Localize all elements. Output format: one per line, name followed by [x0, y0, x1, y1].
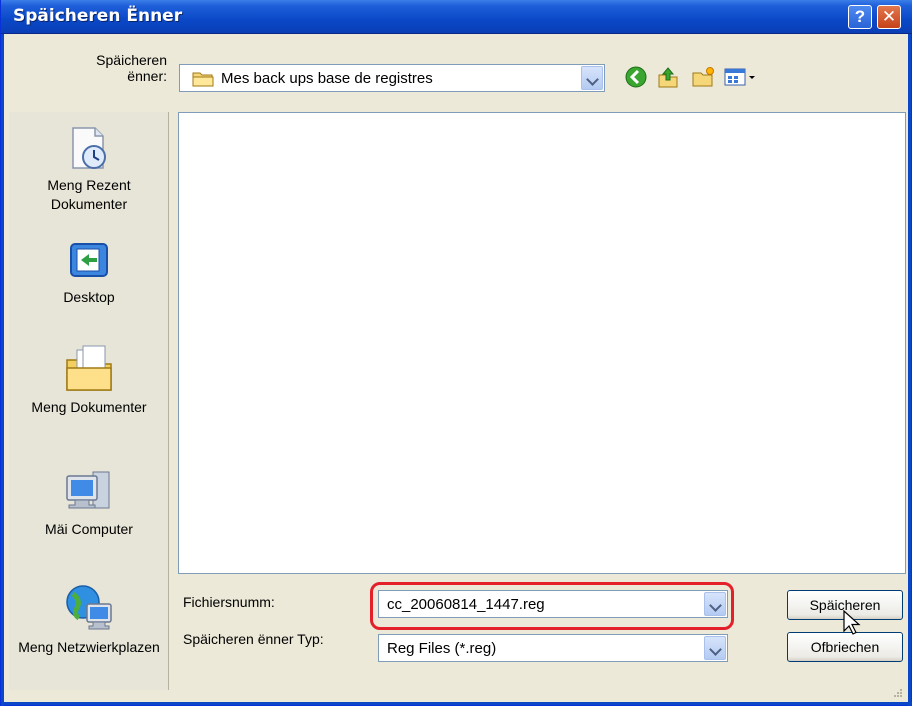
back-icon[interactable]	[625, 66, 647, 88]
resize-grip-icon[interactable]	[891, 685, 903, 697]
window-frame-right	[908, 34, 911, 706]
window-frame-bottom	[1, 702, 912, 705]
place-network[interactable]: Meng Netzwierkplazen	[9, 582, 169, 657]
place-label: Meng Rezent Dokumenter	[47, 177, 131, 212]
view-menu-icon[interactable]	[723, 66, 757, 88]
save-in-label: Späicheren ënner:	[96, 52, 167, 84]
close-button[interactable]: ✕	[877, 5, 901, 29]
mouse-pointer-icon	[843, 609, 861, 640]
window-title: Späicheren Ënner	[13, 6, 183, 26]
place-label: Mäi Computer	[45, 521, 133, 537]
filetype-label: Späicheren ënner Typ:	[183, 631, 324, 647]
place-my-computer[interactable]: Mäi Computer	[9, 468, 169, 539]
save-in-dropdown[interactable]: Mes back ups base de registres	[179, 64, 605, 92]
annotation-highlight	[370, 582, 734, 630]
places-bar: Meng Rezent Dokumenter Desktop Meng Doku…	[9, 112, 169, 690]
filetype-dropdown[interactable]: Reg Files (*.reg)	[378, 634, 728, 662]
up-folder-icon[interactable]	[657, 66, 679, 88]
save-dialog: Späicheren Ënner ? ✕ Späicheren ënner: M…	[0, 0, 912, 706]
chevron-down-icon[interactable]	[704, 636, 726, 660]
place-label: Meng Netzwierkplazen	[18, 639, 160, 655]
help-button[interactable]: ?	[848, 5, 872, 29]
place-label: Desktop	[63, 289, 115, 305]
place-label: Meng Dokumenter	[31, 399, 147, 415]
window-frame-left	[1, 34, 4, 706]
title-bar[interactable]: Späicheren Ënner ? ✕	[1, 0, 912, 34]
my-documents-icon	[66, 345, 112, 391]
place-desktop[interactable]: Desktop	[9, 238, 169, 307]
filename-label: Fichiersnumm:	[183, 594, 275, 610]
save-in-value: Mes back ups base de registres	[221, 70, 433, 87]
file-list[interactable]	[178, 112, 906, 574]
recent-documents-icon	[72, 127, 106, 169]
new-folder-icon[interactable]	[691, 66, 714, 88]
my-computer-icon	[66, 471, 110, 509]
folder-icon	[192, 70, 214, 91]
filetype-value: Reg Files (*.reg)	[387, 640, 497, 657]
chevron-down-icon[interactable]	[581, 66, 603, 90]
place-recent-documents[interactable]: Meng Rezent Dokumenter	[9, 124, 169, 214]
network-places-icon	[66, 585, 112, 630]
place-my-documents[interactable]: Meng Dokumenter	[9, 344, 169, 417]
desktop-icon	[70, 243, 108, 277]
